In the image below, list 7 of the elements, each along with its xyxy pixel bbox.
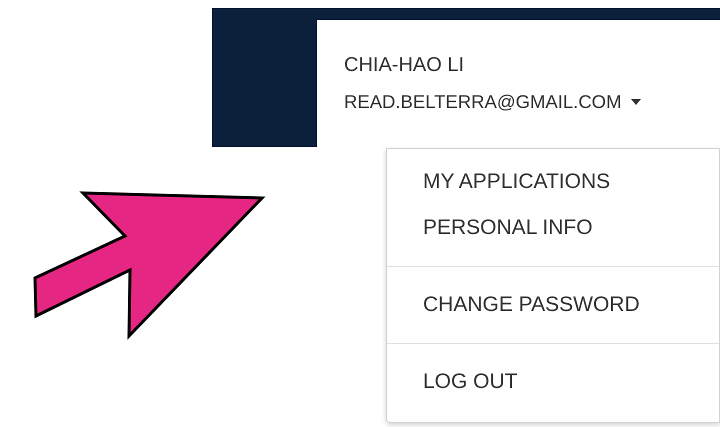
menu-item[interactable]: LOG OUT — [423, 362, 518, 402]
user-email: READ.BELTERRA@GMAIL.COM — [344, 90, 622, 114]
caret-icon[interactable] — [631, 99, 642, 105]
menu-item[interactable]: CHANGE PASSWORD — [423, 285, 640, 325]
user-name: CHIA-HAO LI — [344, 53, 464, 77]
menu-item[interactable]: PERSONAL INFO — [423, 208, 593, 248]
menu-item[interactable]: MY APPLICATIONS — [423, 162, 610, 202]
